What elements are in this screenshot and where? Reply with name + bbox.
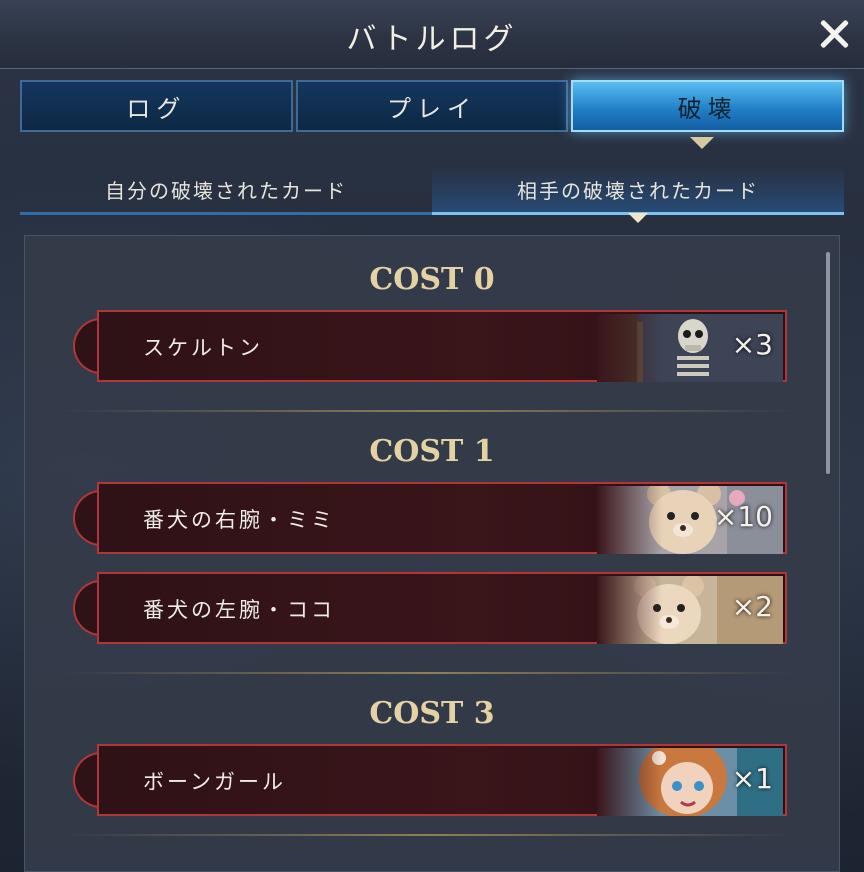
card-count: ×1	[731, 762, 773, 795]
tab-log[interactable]: ログ	[20, 80, 293, 132]
sub-tabs: 自分の破壊されたカード 相手の破壊されたカード	[20, 166, 844, 215]
window-title: バトルログ	[346, 22, 518, 57]
tab-destroy[interactable]: 破壊	[571, 80, 845, 132]
destroyed-cards-list[interactable]: COST 0 スケルトン ×3 COST 1 番犬の右腕・ミミ ×10 番犬の左…	[24, 235, 840, 872]
cost-heading: COST 0	[369, 262, 495, 297]
section-divider	[61, 834, 797, 836]
active-subtab-pointer-icon	[628, 213, 648, 223]
card-body: 番犬の右腕・ミミ ×10	[97, 482, 787, 554]
subtab-opponent-destroyed[interactable]: 相手の破壊されたカード	[432, 166, 844, 215]
subtab-own-destroyed[interactable]: 自分の破壊されたカード	[20, 166, 432, 215]
card-name: 番犬の右腕・ミミ	[143, 508, 335, 532]
battle-log-window: バトルログ ログ プレイ 破壊 自分の破壊されたカード 相手の破壊されたカード …	[0, 0, 864, 872]
section-divider	[61, 410, 797, 412]
close-icon[interactable]	[814, 14, 854, 54]
cost-heading: COST 3	[369, 696, 495, 731]
card-body: スケルトン ×3	[97, 310, 787, 382]
card-row[interactable]: スケルトン ×3	[73, 310, 787, 382]
card-name: ボーンガール	[143, 770, 286, 794]
card-count: ×3	[731, 328, 773, 361]
section-divider	[61, 672, 797, 674]
title-bar: バトルログ	[0, 0, 864, 69]
card-row[interactable]: 番犬の左腕・ココ ×2	[73, 572, 787, 644]
tab-play[interactable]: プレイ	[295, 80, 569, 132]
card-row[interactable]: ボーンガール ×1	[73, 744, 787, 816]
scrollbar[interactable]	[826, 252, 830, 474]
card-name: 番犬の左腕・ココ	[143, 598, 335, 622]
card-body: 番犬の左腕・ココ ×2	[97, 572, 787, 644]
card-count: ×10	[713, 500, 773, 533]
card-body: ボーンガール ×1	[97, 744, 787, 816]
cost-heading: COST 1	[369, 434, 495, 469]
card-row[interactable]: 番犬の右腕・ミミ ×10	[73, 482, 787, 554]
card-count: ×2	[731, 590, 773, 623]
card-name: スケルトン	[143, 336, 263, 360]
active-tab-pointer-icon	[690, 137, 714, 149]
main-tabs: ログ プレイ 破壊	[20, 80, 845, 136]
